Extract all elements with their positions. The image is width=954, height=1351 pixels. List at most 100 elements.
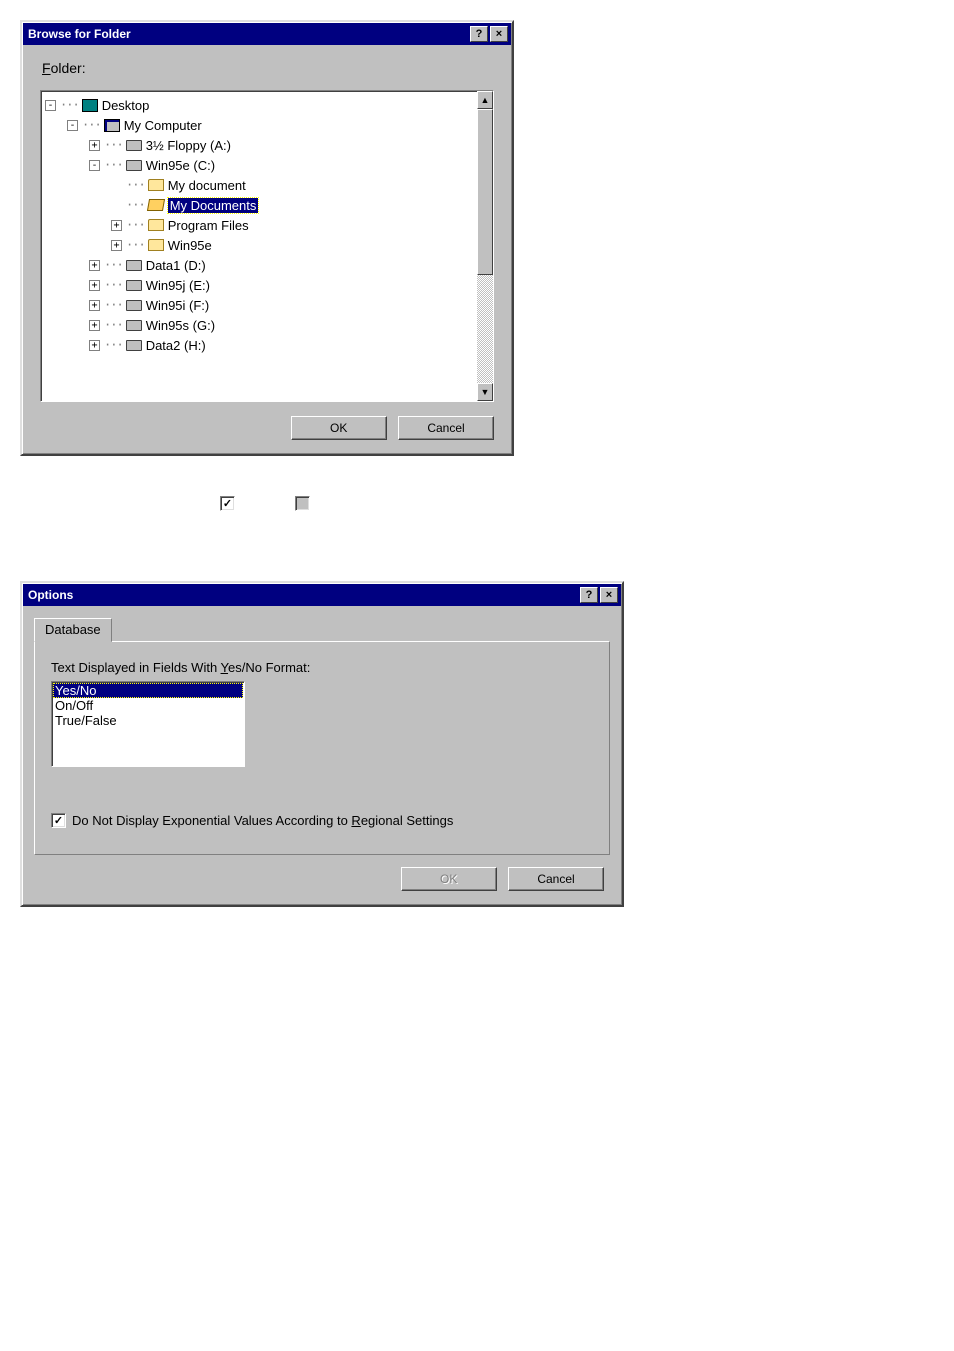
yesno-format-label: Text Displayed in Fields With Yes/No For…	[51, 660, 593, 675]
yesno-format-listbox[interactable]: Yes/NoOn/OffTrue/False	[51, 681, 245, 767]
scroll-up-button[interactable]: ▲	[477, 91, 493, 109]
tree-node-label[interactable]: Win95e	[168, 238, 212, 253]
standalone-checkbox-checked[interactable]: ✓	[220, 496, 235, 511]
tree-node[interactable]: -··· Desktop	[43, 95, 475, 115]
browse-ok-button[interactable]: OK	[291, 416, 387, 440]
exp-label-post: egional Settings	[361, 813, 454, 828]
exponential-checkbox[interactable]: ✓	[51, 813, 66, 828]
expand-icon[interactable]: +	[111, 240, 122, 251]
tree-node[interactable]: + ··· Win95s (G:)	[43, 315, 475, 335]
collapse-icon[interactable]: -	[45, 100, 56, 111]
scroll-down-button[interactable]: ▼	[477, 383, 493, 401]
expand-icon[interactable]: +	[111, 220, 122, 231]
tree-node[interactable]: + ··· Data2 (H:)	[43, 335, 475, 355]
tree-node[interactable]: ··· My document	[43, 175, 475, 195]
tree-spacer	[111, 180, 122, 191]
folder-label: Folder:	[42, 60, 494, 76]
options-ok-button[interactable]: OK	[401, 867, 497, 891]
tree-node-label[interactable]: Program Files	[168, 218, 249, 233]
tree-connector: ···	[104, 278, 123, 292]
scroll-thumb[interactable]	[477, 109, 493, 275]
exponential-check-row: ✓ Do Not Display Exponential Values Acco…	[51, 813, 593, 828]
tree-connector: ···	[60, 98, 79, 112]
tree-node[interactable]: -··· Win95e (C:)	[43, 155, 475, 175]
tree-node-label[interactable]: My document	[168, 178, 246, 193]
tree-connector: ···	[82, 118, 101, 132]
options-dialog: Options ? × Database Text Displayed in F…	[20, 581, 624, 907]
tree-scrollbar[interactable]: ▲ ▼	[477, 91, 493, 401]
options-cancel-button[interactable]: Cancel	[508, 867, 604, 891]
tree-connector: ···	[104, 258, 123, 272]
tree-node[interactable]: + ··· Win95j (E:)	[43, 275, 475, 295]
exponential-label: Do Not Display Exponential Values Accord…	[72, 813, 453, 828]
tree-connector: ···	[104, 158, 123, 172]
options-title: Options	[26, 588, 578, 602]
tree-node-label[interactable]: Desktop	[102, 98, 150, 113]
expand-icon[interactable]: +	[89, 320, 100, 331]
tree-node-label[interactable]: Win95s (G:)	[146, 318, 215, 333]
drive-icon	[126, 258, 142, 272]
tab-database[interactable]: Database	[34, 618, 112, 642]
drive-icon	[126, 318, 142, 332]
drive-icon	[126, 338, 142, 352]
database-tab-panel: Text Displayed in Fields With Yes/No For…	[34, 641, 610, 855]
expand-icon[interactable]: +	[89, 280, 100, 291]
list-item[interactable]: On/Off	[53, 698, 243, 713]
drive-icon	[126, 278, 142, 292]
tree-node[interactable]: + ··· Win95i (F:)	[43, 295, 475, 315]
folder-icon	[148, 178, 164, 192]
tree-connector: ···	[104, 318, 123, 332]
folder-tree[interactable]: -···Desktop-···My Computer+···3½ Floppy …	[41, 91, 477, 401]
browse-titlebar: Browse for Folder ? ×	[23, 23, 511, 45]
drive-icon	[126, 158, 142, 172]
tree-node[interactable]: +···Program Files	[43, 215, 475, 235]
expand-icon[interactable]: +	[89, 260, 100, 271]
options-help-button[interactable]: ?	[580, 587, 598, 603]
folder-icon	[148, 238, 164, 252]
collapse-icon[interactable]: -	[67, 120, 78, 131]
tree-node[interactable]: + ··· 3½ Floppy (A:)	[43, 135, 475, 155]
standalone-checkbox-unchecked[interactable]	[295, 496, 310, 511]
close-button[interactable]: ×	[490, 26, 508, 42]
tree-node-label[interactable]: 3½ Floppy (A:)	[146, 138, 231, 153]
expand-icon[interactable]: +	[89, 140, 100, 151]
tree-node[interactable]: + ··· Win95e	[43, 235, 475, 255]
computer-icon	[104, 118, 120, 132]
tree-connector: ···	[104, 298, 123, 312]
tree-node-label[interactable]: My Computer	[124, 118, 202, 133]
list-item[interactable]: True/False	[53, 713, 243, 728]
tree-connector: ···	[104, 138, 123, 152]
tree-connector: ···	[104, 338, 123, 352]
tree-node-label[interactable]: Win95i (F:)	[146, 298, 210, 313]
exp-label-underline: R	[351, 813, 360, 828]
tree-node[interactable]: -··· My Computer	[43, 115, 475, 135]
tree-connector: ···	[126, 198, 145, 212]
help-button[interactable]: ?	[470, 26, 488, 42]
exp-label-pre: Do Not Display Exponential Values Accord…	[72, 813, 351, 828]
yesno-label-post: es/No Format:	[228, 660, 310, 675]
folder-open-icon	[148, 198, 164, 212]
yesno-label-pre: Text Displayed in Fields With	[51, 660, 221, 675]
tree-spacer	[111, 200, 122, 211]
drive-icon	[126, 138, 142, 152]
standalone-checkboxes: ✓	[20, 496, 510, 511]
tree-node[interactable]: + ··· Data1 (D:)	[43, 255, 475, 275]
options-close-button[interactable]: ×	[600, 587, 618, 603]
tree-connector: ···	[126, 178, 145, 192]
tree-node[interactable]: ··· My Documents	[43, 195, 475, 215]
expand-icon[interactable]: +	[89, 340, 100, 351]
collapse-icon[interactable]: -	[89, 160, 100, 171]
scroll-track[interactable]	[477, 109, 493, 383]
browse-cancel-button[interactable]: Cancel	[398, 416, 494, 440]
yesno-label-underline: Y	[221, 660, 228, 675]
tree-node-label[interactable]: My Documents	[168, 198, 259, 213]
list-item[interactable]: Yes/No	[53, 683, 243, 698]
tree-node-label[interactable]: Win95e (C:)	[146, 158, 215, 173]
tree-connector: ···	[126, 238, 145, 252]
browse-title: Browse for Folder	[26, 27, 468, 41]
tree-node-label[interactable]: Data1 (D:)	[146, 258, 206, 273]
expand-icon[interactable]: +	[89, 300, 100, 311]
drive-icon	[126, 298, 142, 312]
tree-node-label[interactable]: Win95j (E:)	[146, 278, 210, 293]
tree-node-label[interactable]: Data2 (H:)	[146, 338, 206, 353]
